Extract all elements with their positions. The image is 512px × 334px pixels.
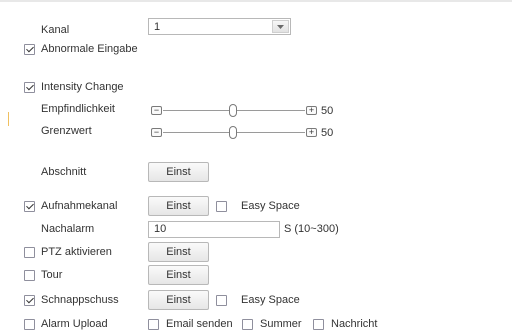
empfindlichkeit-value: 50	[321, 105, 334, 117]
nachalarm-label: Nachalarm	[41, 223, 95, 235]
aufnahmekanal-einst-button[interactable]: Einst	[148, 196, 209, 216]
empfindlichkeit-minus-button[interactable]: −	[151, 106, 162, 115]
kanal-label: Kanal	[41, 24, 70, 36]
empfindlichkeit-plus-button[interactable]: +	[306, 106, 317, 115]
nachricht-checkbox[interactable]	[313, 319, 324, 330]
grenzwert-plus-button[interactable]: +	[306, 128, 317, 137]
ptz-checkbox[interactable]	[24, 247, 35, 258]
tour-checkbox[interactable]	[24, 270, 35, 281]
schnappschuss-checkbox[interactable]	[24, 295, 35, 306]
empfindlichkeit-thumb[interactable]	[229, 104, 237, 117]
grenzwert-value: 50	[321, 127, 334, 139]
aufnahmekanal-checkbox[interactable]	[24, 201, 35, 212]
aufnahmekanal-easy-space-label: Easy Space	[241, 200, 300, 212]
schnappschuss-label: Schnappschuss	[41, 294, 119, 306]
ptz-label: PTZ aktivieren	[41, 246, 112, 258]
top-border	[0, 0, 512, 2]
schnappschuss-einst-button[interactable]: Einst	[148, 290, 209, 310]
aufnahmekanal-easy-space-checkbox[interactable]	[216, 201, 227, 212]
grenzwert-minus-button[interactable]: −	[151, 128, 162, 137]
ptz-einst-button[interactable]: Einst	[148, 242, 209, 262]
abschnitt-einst-button[interactable]: Einst	[148, 162, 209, 182]
abschnitt-label: Abschnitt	[41, 166, 87, 178]
chevron-down-icon[interactable]	[272, 20, 289, 33]
aufnahmekanal-label: Aufnahmekanal	[41, 200, 118, 212]
alarm-upload-checkbox[interactable]	[24, 319, 35, 330]
abnormale-checkbox[interactable]	[24, 44, 35, 55]
schnappschuss-easy-space-checkbox[interactable]	[216, 295, 227, 306]
intensity-checkbox[interactable]	[24, 82, 35, 93]
nachalarm-unit: S (10~300)	[284, 223, 339, 235]
tour-einst-button[interactable]: Einst	[148, 265, 209, 285]
intensity-label: Intensity Change	[41, 81, 124, 93]
email-checkbox[interactable]	[148, 319, 159, 330]
grenzwert-label: Grenzwert	[41, 125, 92, 137]
empfindlichkeit-label: Empfindlichkeit	[41, 103, 115, 115]
kanal-select-value: 1	[154, 21, 161, 33]
schnappschuss-easy-space-label: Easy Space	[241, 294, 300, 306]
summer-checkbox[interactable]	[242, 319, 253, 330]
nachricht-label: Nachricht	[331, 318, 378, 330]
email-label: Email senden	[166, 318, 233, 330]
tour-label: Tour	[41, 269, 63, 281]
left-accent	[8, 112, 9, 126]
alarm-upload-label: Alarm Upload	[41, 318, 108, 330]
kanal-select[interactable]: 1	[148, 18, 291, 35]
grenzwert-thumb[interactable]	[229, 126, 237, 139]
summer-label: Summer	[260, 318, 302, 330]
abnormale-label: Abnormale Eingabe	[41, 43, 138, 55]
nachalarm-input[interactable]: 10	[148, 221, 280, 238]
